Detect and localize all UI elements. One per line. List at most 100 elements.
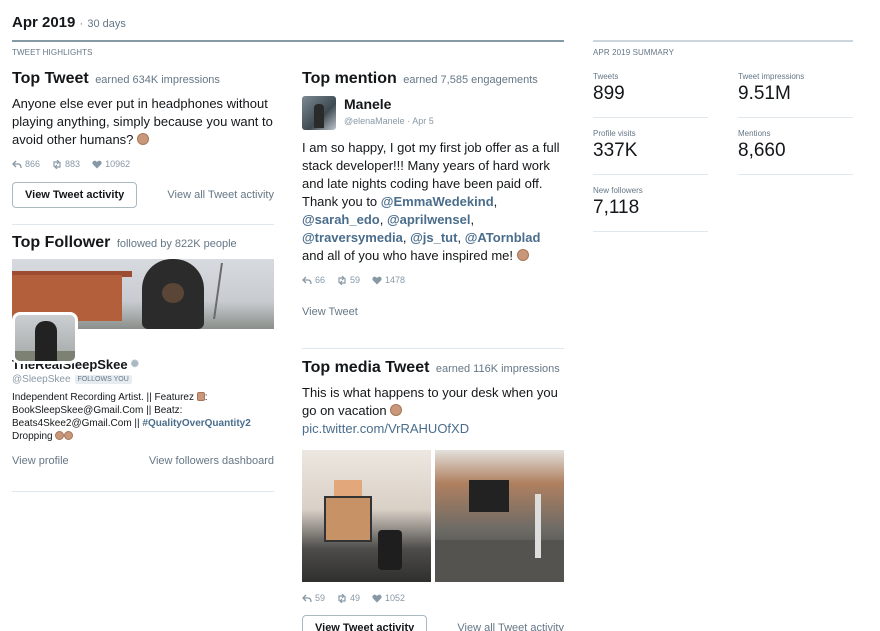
- media-text-body: This is what happens to your desk when y…: [302, 385, 558, 418]
- mention-link[interactable]: @ATornblad: [465, 230, 541, 245]
- tweets-value: 899: [593, 83, 625, 104]
- mention-link[interactable]: @EmmaWedekind: [381, 194, 494, 209]
- like-count: 1478: [385, 275, 406, 285]
- summary-divider: [593, 231, 708, 232]
- retweet-stat: 883: [52, 159, 80, 169]
- summary-profile-visits: Profile visits 337K: [593, 129, 637, 162]
- follower-avatar[interactable]: [12, 312, 78, 364]
- like-count: 10962: [105, 159, 131, 169]
- follower-bio: Independent Recording Artist. || Feature…: [12, 391, 274, 443]
- retweet-count: 59: [350, 275, 361, 285]
- mention-text: I am so happy, I got my first job offer …: [302, 140, 560, 263]
- mention-link[interactable]: @js_tut: [410, 230, 457, 245]
- view-all-tweet-activity-link[interactable]: View all Tweet activity: [167, 189, 274, 201]
- view-tweet-row: View Tweet: [302, 302, 564, 320]
- author-avatar[interactable]: [302, 96, 336, 130]
- top-media-card: Top media Tweet earned 116K impressions …: [302, 359, 564, 631]
- tweets-label: Tweets: [593, 72, 619, 81]
- mention-link[interactable]: @aprilwensel: [387, 212, 470, 227]
- top-media-title: Top media Tweet: [302, 359, 430, 376]
- author-handle: @elenaManele: [344, 116, 405, 126]
- reply-icon: [302, 276, 312, 284]
- top-follower-subtitle: followed by 822K people: [116, 238, 237, 250]
- like-stat: 1052: [372, 593, 405, 603]
- left-column: Top Tweet earned 634K impressions Anyone…: [12, 70, 274, 492]
- view-all-tweet-activity-link[interactable]: View all Tweet activity: [457, 622, 564, 631]
- summary-mentions: Mentions 8,660: [738, 129, 786, 162]
- media-row: [302, 450, 564, 582]
- mention-link[interactable]: @sarah_edo: [302, 212, 380, 227]
- view-followers-dashboard-link[interactable]: View followers dashboard: [149, 455, 274, 467]
- view-tweet-link[interactable]: View Tweet: [302, 306, 358, 318]
- author-name[interactable]: Manele: [344, 96, 434, 112]
- retweet-icon: [53, 159, 61, 169]
- summary-tweets: Tweets 899: [593, 72, 625, 105]
- tweet-date: Apr 5: [412, 116, 434, 126]
- retweet-icon: [338, 593, 346, 603]
- period-header: Apr 2019 · 30 days: [12, 14, 126, 31]
- bio-part-1: Independent Recording Artist. || Feature…: [12, 392, 194, 403]
- view-profile-link[interactable]: View profile: [12, 455, 69, 467]
- mention-link[interactable]: @traversymedia: [302, 230, 403, 245]
- mention-author-row: Manele @elenaManele · Apr 5: [302, 96, 564, 130]
- emoji-icon: [516, 249, 529, 261]
- reply-count: 66: [315, 275, 326, 285]
- reply-icon: [302, 594, 312, 602]
- emoji-icon: [55, 431, 65, 440]
- reply-stat: 59: [302, 593, 325, 603]
- mentions-label: Mentions: [738, 129, 771, 138]
- heart-icon: [92, 160, 102, 168]
- card-divider: [302, 348, 564, 349]
- summary-divider: [593, 117, 708, 118]
- verified-gear-icon: ✺: [130, 359, 140, 370]
- top-mention-title: Top mention: [302, 70, 397, 87]
- like-stat: 1478: [372, 275, 405, 285]
- emoji-icon: [137, 133, 150, 145]
- follows-you-badge: FOLLOWS YOU: [74, 375, 132, 384]
- bio-part-3: Dropping: [12, 431, 53, 442]
- visits-value: 337K: [593, 140, 638, 161]
- summary-impressions: Tweet impressions 9.51M: [738, 72, 804, 105]
- top-follower-title: Top Follower: [12, 234, 111, 251]
- emoji-icon: [64, 431, 74, 440]
- retweet-icon: [338, 275, 346, 285]
- period-days: 30 days: [87, 18, 126, 30]
- summary-new-followers: New followers 7,118: [593, 186, 643, 219]
- media-actions: View Tweet activity View all Tweet activ…: [302, 615, 564, 631]
- top-tweet-stats: 866 883 10962: [12, 159, 274, 169]
- heart-icon: [372, 276, 382, 284]
- follower-actions: View profile View followers dashboard: [12, 455, 274, 467]
- followers-value: 7,118: [593, 197, 640, 218]
- top-media-subtitle: earned 116K impressions: [435, 363, 560, 375]
- top-tweet-actions: View Tweet activity View all Tweet activ…: [12, 182, 274, 208]
- card-divider: [12, 491, 274, 492]
- summary-rule: [593, 40, 853, 42]
- retweet-count: 883: [65, 159, 81, 169]
- middle-column: Top mention earned 7,585 engagements Man…: [302, 70, 564, 631]
- mention-text-part-2: and all of you who have inspired me!: [302, 248, 514, 263]
- follower-handle: @SleepSkee: [12, 374, 71, 385]
- pic-link[interactable]: pic.twitter.com/VrRAHUOfXD: [302, 421, 469, 436]
- summary-divider: [593, 174, 708, 175]
- emoji-icon: [390, 404, 403, 416]
- retweet-count: 49: [350, 593, 361, 603]
- reply-stat: 866: [12, 159, 40, 169]
- follower-handle-row: @SleepSkee FOLLOWS YOU: [12, 374, 274, 385]
- mentions-value: 8,660: [738, 140, 786, 161]
- highlights-rule: [12, 40, 564, 42]
- media-photo-2[interactable]: [435, 450, 564, 582]
- retweet-stat: 49: [337, 593, 360, 603]
- view-tweet-activity-button[interactable]: View Tweet activity: [12, 182, 138, 208]
- impressions-label: Tweet impressions: [738, 72, 805, 81]
- top-mention-subtitle: earned 7,585 engagements: [403, 74, 538, 86]
- followers-label: New followers: [593, 186, 643, 195]
- visits-label: Profile visits: [593, 129, 636, 138]
- figure-emoji-icon: [196, 392, 205, 401]
- like-stat: 10962: [92, 159, 130, 169]
- reply-count: 866: [25, 159, 41, 169]
- impressions-value: 9.51M: [738, 83, 791, 104]
- bio-hashtag[interactable]: #QualityOverQuantity2: [142, 418, 250, 429]
- period-title: Apr 2019: [12, 14, 76, 31]
- view-tweet-activity-button[interactable]: View Tweet activity: [302, 615, 428, 631]
- media-photo-1[interactable]: [302, 450, 431, 582]
